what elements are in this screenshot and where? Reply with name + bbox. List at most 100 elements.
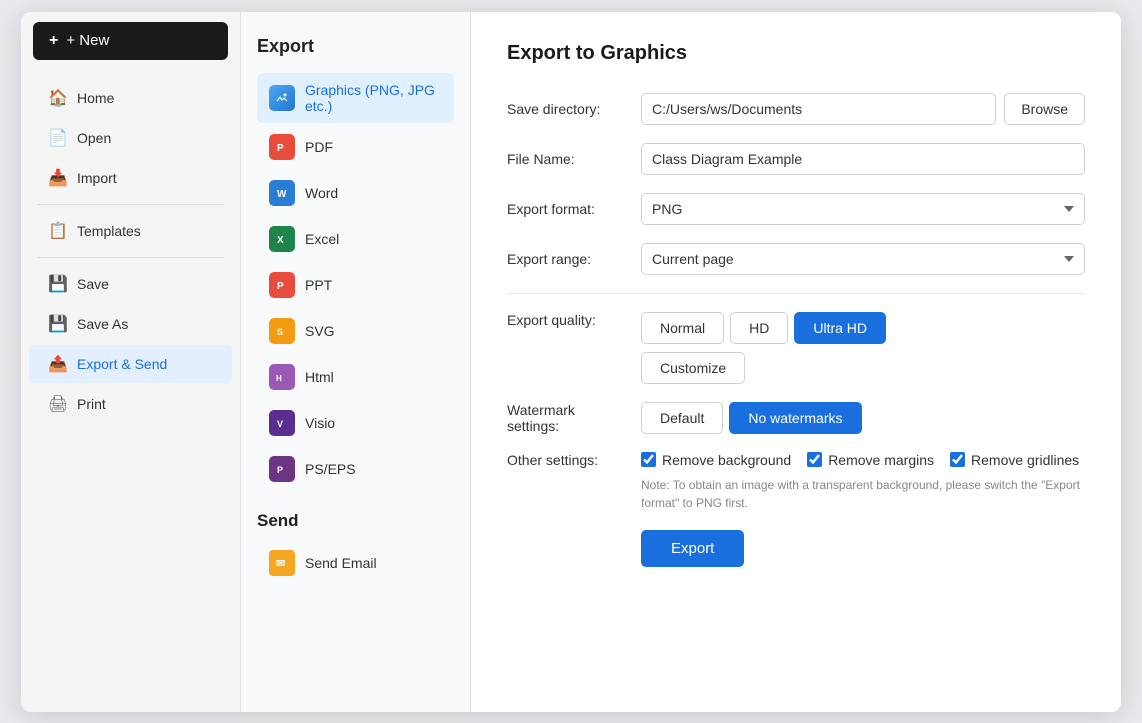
remove-gridlines-label: Remove gridlines (971, 452, 1079, 468)
checkbox-remove-bg[interactable]: Remove background (641, 452, 791, 468)
sidebar-item-home-label: Home (77, 90, 114, 106)
export-format-control: PNG JPG BMP GIF (641, 193, 1085, 225)
svg-text:V: V (277, 419, 283, 429)
sidebar-item-print[interactable]: 🖨 Print (29, 385, 232, 423)
export-range-select[interactable]: Current page All pages Selected region (641, 243, 1085, 275)
checkbox-remove-margins-input[interactable] (807, 452, 822, 467)
send-email-label: Send Email (305, 555, 377, 571)
export-panel: Export Graphics (PNG, JPG etc.) P PDF (241, 12, 471, 712)
file-name-row: File Name: (507, 143, 1085, 175)
export-format-label: Export format: (507, 201, 627, 217)
export-item-excel-label: Excel (305, 231, 339, 247)
export-quality-row: Export quality: Normal HD Ultra HD Custo… (507, 312, 1085, 384)
svg-text:P: P (277, 281, 284, 292)
sidebar-item-templates-label: Templates (77, 223, 141, 239)
sidebar-item-home[interactable]: 🏠 Home (29, 79, 232, 117)
export-range-control: Current page All pages Selected region (641, 243, 1085, 275)
quality-buttons: Normal HD Ultra HD (641, 312, 886, 344)
file-name-input[interactable] (641, 143, 1085, 175)
save-icon: 💾 (49, 275, 67, 293)
watermark-none-button[interactable]: No watermarks (729, 402, 861, 434)
right-panel: Export to Graphics Save directory: Brows… (471, 12, 1121, 712)
sidebar-item-templates[interactable]: 📋 Templates (29, 212, 232, 250)
send-list: ✉ Send Email (257, 541, 454, 585)
pseps-icon: P (269, 456, 295, 482)
export-item-graphics[interactable]: Graphics (PNG, JPG etc.) (257, 73, 454, 123)
svg-text:P: P (277, 143, 284, 154)
home-icon: 🏠 (49, 89, 67, 107)
watermark-default-button[interactable]: Default (641, 402, 723, 434)
graphics-icon (269, 85, 295, 111)
export-item-ppt[interactable]: P PPT (257, 263, 454, 307)
pdf-icon: P (269, 134, 295, 160)
html-icon: H (269, 364, 295, 390)
new-button-label: + New (66, 32, 109, 49)
checkbox-remove-margins[interactable]: Remove margins (807, 452, 934, 468)
export-item-pdf[interactable]: P PDF (257, 125, 454, 169)
remove-margins-label: Remove margins (828, 452, 934, 468)
export-item-svg-label: SVG (305, 323, 335, 339)
new-button[interactable]: + + New (33, 22, 228, 60)
checkbox-remove-bg-input[interactable] (641, 452, 656, 467)
word-icon: W (269, 180, 295, 206)
export-item-pseps[interactable]: P PS/EPS (257, 447, 454, 491)
save-directory-input[interactable] (641, 93, 996, 125)
sidebar-item-save[interactable]: 💾 Save (29, 265, 232, 303)
export-item-word[interactable]: W Word (257, 171, 454, 215)
file-name-control (641, 143, 1085, 175)
sidebar-item-open[interactable]: 📄 Open (29, 119, 232, 157)
export-button[interactable]: Export (641, 530, 744, 567)
open-icon: 📄 (49, 129, 67, 147)
svg-text:✉: ✉ (276, 558, 285, 570)
browse-button[interactable]: Browse (1004, 93, 1085, 125)
checkbox-remove-gridlines-input[interactable] (950, 452, 965, 467)
customize-button[interactable]: Customize (641, 352, 745, 384)
save-as-icon: 💾 (49, 315, 67, 333)
export-item-html[interactable]: H Html (257, 355, 454, 399)
customize-row: Customize (641, 344, 886, 384)
import-icon: 📥 (49, 169, 67, 187)
export-item-word-label: Word (305, 185, 338, 201)
export-item-visio-label: Visio (305, 415, 335, 431)
export-item-graphics-label: Graphics (PNG, JPG etc.) (305, 82, 442, 114)
nav-divider-1 (37, 204, 224, 205)
export-format-select[interactable]: PNG JPG BMP GIF (641, 193, 1085, 225)
export-item-pdf-label: PDF (305, 139, 333, 155)
svg-text:X: X (277, 235, 284, 246)
remove-bg-label: Remove background (662, 452, 791, 468)
sidebar-item-import[interactable]: 📥 Import (29, 159, 232, 197)
save-directory-label: Save directory: (507, 101, 627, 117)
sidebar-item-export-send[interactable]: 📤 Export & Send (29, 345, 232, 383)
other-settings-label: Other settings: (507, 452, 627, 468)
nav-divider-2 (37, 257, 224, 258)
sidebar-item-save-label: Save (77, 276, 109, 292)
visio-icon: V (269, 410, 295, 436)
export-item-visio[interactable]: V Visio (257, 401, 454, 445)
export-item-html-label: Html (305, 369, 334, 385)
svg-text:S: S (277, 327, 283, 337)
svg-text:W: W (277, 189, 287, 200)
export-item-svg[interactable]: S SVG (257, 309, 454, 353)
sidebar-item-save-as-label: Save As (77, 316, 128, 332)
main-content: Export Graphics (PNG, JPG etc.) P PDF (241, 12, 1121, 712)
svg-text:H: H (276, 374, 282, 383)
templates-icon: 📋 (49, 222, 67, 240)
right-panel-title: Export to Graphics (507, 42, 1085, 65)
export-item-ppt-label: PPT (305, 277, 332, 293)
export-format-row: Export format: PNG JPG BMP GIF (507, 193, 1085, 225)
quality-normal-button[interactable]: Normal (641, 312, 724, 344)
file-name-label: File Name: (507, 151, 627, 167)
checkbox-remove-gridlines[interactable]: Remove gridlines (950, 452, 1079, 468)
quality-ultrahd-button[interactable]: Ultra HD (794, 312, 886, 344)
sidebar-item-open-label: Open (77, 130, 111, 146)
export-range-label: Export range: (507, 251, 627, 267)
send-email-item[interactable]: ✉ Send Email (257, 541, 454, 585)
svg-text:P: P (277, 465, 283, 475)
export-list: Graphics (PNG, JPG etc.) P PDF W Word (257, 73, 454, 491)
save-directory-control: Browse (641, 93, 1085, 125)
note-text: Note: To obtain an image with a transpar… (641, 476, 1085, 512)
quality-hd-button[interactable]: HD (730, 312, 788, 344)
sidebar-item-save-as[interactable]: 💾 Save As (29, 305, 232, 343)
export-item-excel[interactable]: X Excel (257, 217, 454, 261)
excel-icon: X (269, 226, 295, 252)
